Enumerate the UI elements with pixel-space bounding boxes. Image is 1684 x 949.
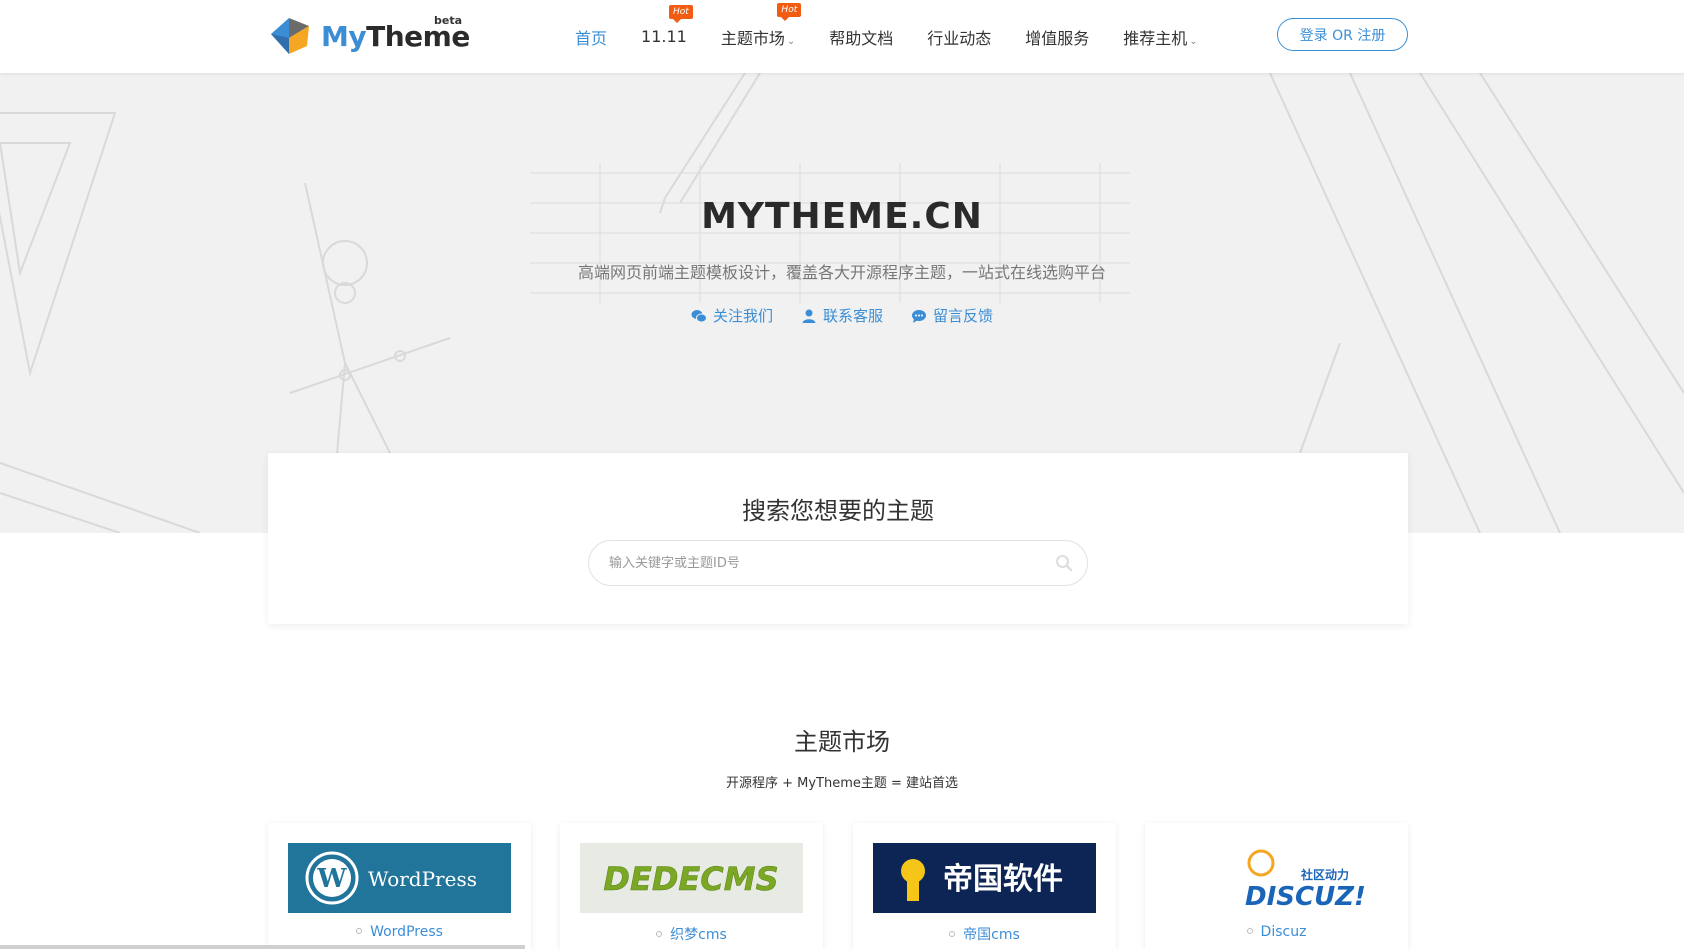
hot-badge: Hot [777,2,802,21]
market-title: 主题市场 [794,728,890,756]
feedback-link[interactable]: 留言反馈 [911,305,993,326]
market-subtitle: 开源程序 + MyTheme主题 = 建站首选 [725,776,959,791]
discuz-logo-subtitle: 社区动力 [1300,867,1349,882]
discuz-logo: 社区动力 DISCUZ! [1165,843,1388,913]
empirecms-logo-text: 帝国软件 [943,862,1063,897]
nav-item-theme-market[interactable]: 主题市场 ⌄ Hot [721,2,802,49]
discuz-logo-text: DISCUZ! [1245,882,1366,912]
hero-subtitle: 高端网页前端主题模板设计，覆盖各大开源程序主题，一站式在线选购平台 [577,263,1106,282]
contact-service-link[interactable]: 联系客服 [801,305,883,326]
nav-item-industry-news[interactable]: 行业动态 [927,25,991,49]
empirecms-logo: 帝国软件 [873,843,1096,913]
chat-icon [912,309,926,323]
main-nav: 首页 11.11 Hot 主题市场 ⌄ Hot 帮助文档 行业动态 增值服务 推荐主机… [575,0,1232,73]
search-title: 搜索您想要的主题 [742,497,934,525]
wordpress-logo: W WordPress [288,843,511,913]
search-icon[interactable] [1055,554,1073,572]
nav-item-1111[interactable]: 11.11 Hot [641,5,693,46]
user-icon [802,309,816,323]
card-dedecms[interactable]: DEDECMS 织梦cms [560,823,823,949]
logo-mark-icon [271,18,309,54]
search-card: 搜索您想要的主题 [268,453,1408,624]
wechat-icon [691,309,707,322]
card-wordpress[interactable]: W WordPress WordPress [268,823,531,949]
card-label: 织梦cms [560,924,823,944]
search-input[interactable] [609,541,1039,585]
follow-us-link[interactable]: 关注我们 [691,305,773,326]
nav-item-recommended-hosts[interactable]: 推荐主机 ⌄ [1123,25,1197,49]
svg-text:W: W [316,864,347,894]
hero-links: 关注我们 联系客服 留言反馈 [0,305,1684,326]
hot-badge: Hot [669,5,693,23]
nav-item-value-services[interactable]: 增值服务 [1025,25,1089,49]
horizontal-scrollbar[interactable] [0,945,525,949]
site-logo[interactable]: MyTheme beta [269,14,470,60]
site-header: MyTheme beta 首页 11.11 Hot 主题市场 ⌄ Hot 帮助文档 行… [0,0,1684,73]
dedecms-logo: DEDECMS [580,843,803,913]
card-empirecms[interactable]: 帝国软件 帝国cms [853,823,1116,949]
theme-cards: W WordPress WordPress DEDECMS 织梦cms 帝国软件… [268,823,1408,949]
logo-beta-badge: beta [434,14,463,27]
dedecms-logo-text: DEDECMS [603,860,778,898]
card-label: Discuz [1145,924,1408,940]
card-label: 帝国cms [853,924,1116,944]
nav-item-help-docs[interactable]: 帮助文档 [829,25,893,49]
wordpress-logo-text: WordPress [368,867,477,891]
chevron-down-icon: ⌄ [786,35,796,47]
nav-item-home[interactable]: 首页 [575,25,607,49]
login-register-button[interactable]: 登录 OR 注册 [1277,18,1408,51]
search-box [588,540,1088,586]
card-discuz[interactable]: 社区动力 DISCUZ! Discuz [1145,823,1408,949]
chevron-down-icon: ⌄ [1189,35,1198,47]
hero-title: MYTHEME.CN [701,196,983,237]
card-label: WordPress [268,924,531,940]
